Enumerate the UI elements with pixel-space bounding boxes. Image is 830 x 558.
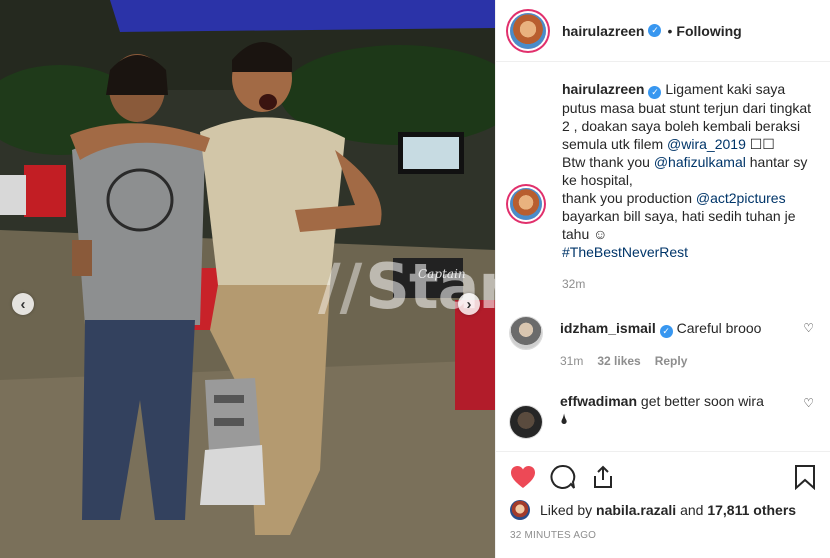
verified-badge-icon: ✓ bbox=[648, 86, 662, 99]
bookmark-icon[interactable] bbox=[794, 464, 816, 493]
post-side-panel: hairulazreen ✓ • Following hairulazreen ✓… bbox=[495, 0, 830, 558]
comment-row: idzham_ismail ✓ Careful brooo 31m 32 like… bbox=[510, 317, 818, 370]
instagram-post: Captain //Star ‹ › hairulazreen ✓ • Foll… bbox=[0, 0, 830, 558]
caption-body: hairulazreen ✓ Ligament kaki saya putus m… bbox=[562, 80, 818, 293]
hashtag-thebestneverrest[interactable]: #TheBestNeverRest bbox=[562, 244, 688, 260]
next-photo-button[interactable]: › bbox=[458, 293, 480, 315]
caption-row: hairulazreen ✓ Ligament kaki saya putus m… bbox=[510, 80, 818, 293]
actions-divider bbox=[496, 451, 830, 452]
likes-summary: Liked by nabila.razali and 17,811 others bbox=[510, 500, 796, 520]
mention-act2pictures[interactable]: @act2pictures bbox=[696, 190, 786, 206]
comment-meta: 31m 32 likes Reply bbox=[560, 352, 818, 370]
verified-badge-icon: ✓ bbox=[648, 24, 662, 37]
previous-photo-button[interactable]: ‹ bbox=[12, 293, 34, 315]
likes-count[interactable]: 17,811 others bbox=[707, 502, 796, 518]
liked-by-prefix: Liked by bbox=[540, 502, 593, 518]
comment-like-heart-icon[interactable]: ♡ bbox=[803, 321, 814, 335]
post-header: hairulazreen ✓ • Following bbox=[496, 0, 830, 62]
caption-username[interactable]: hairulazreen bbox=[562, 81, 644, 97]
author-info: hairulazreen ✓ • Following bbox=[562, 23, 742, 39]
author-username[interactable]: hairulazreen bbox=[562, 23, 644, 39]
caption-text-4: thank you production bbox=[562, 190, 692, 206]
comment-username[interactable]: idzham_ismail bbox=[560, 320, 656, 336]
mention-hafizulkamal[interactable]: @hafizulkamal bbox=[654, 154, 746, 170]
mention-wira-2019[interactable]: @wira_2019 bbox=[667, 136, 746, 152]
commenter-avatar[interactable] bbox=[510, 317, 542, 349]
like-heart-icon[interactable] bbox=[510, 465, 536, 492]
liker-username[interactable]: nabila.razali bbox=[596, 502, 676, 518]
header-separator: • bbox=[667, 22, 673, 39]
comment-username[interactable]: effwadiman bbox=[560, 393, 637, 409]
comment-like-heart-icon[interactable]: ♡ bbox=[803, 396, 814, 410]
comments-section: hairulazreen ✓ Ligament kaki saya putus m… bbox=[510, 80, 818, 438]
caption-time: 32m bbox=[562, 277, 586, 291]
comment-text: get better soon wira bbox=[640, 393, 764, 409]
reply-button[interactable]: Reply bbox=[655, 352, 688, 370]
comment-likes[interactable]: 32 likes bbox=[597, 352, 640, 370]
comment-time: 31m bbox=[560, 354, 584, 368]
comment-icon[interactable] bbox=[550, 464, 576, 493]
author-avatar[interactable] bbox=[510, 12, 546, 49]
post-actions bbox=[510, 458, 816, 498]
liked-by-middle: and bbox=[680, 502, 704, 518]
comment-body: idzham_ismail ✓ Careful brooo 31m 32 like… bbox=[560, 317, 818, 370]
caption-avatar-col bbox=[510, 80, 562, 293]
liker-avatar[interactable] bbox=[510, 500, 530, 520]
verified-badge-icon: ✓ bbox=[659, 325, 673, 338]
share-icon[interactable] bbox=[590, 464, 616, 493]
caption-text-5: bayarkan bill saya, hati sedih tuhan je … bbox=[562, 208, 796, 242]
commenter-avatar[interactable] bbox=[510, 406, 542, 438]
comment-text-2: 🌢 bbox=[560, 411, 569, 427]
post-photo[interactable]: Captain //Star ‹ › bbox=[0, 0, 495, 558]
caption-avatar[interactable] bbox=[510, 188, 542, 220]
caption-text-1b: ☐☐ bbox=[749, 136, 775, 152]
comment-body: effwadiman get better soon wira 🌢 bbox=[560, 392, 818, 438]
comment-row: effwadiman get better soon wira 🌢 ♡ bbox=[510, 392, 818, 438]
caption-text-2: Btw thank you bbox=[562, 154, 650, 170]
following-button[interactable]: Following bbox=[676, 23, 741, 39]
post-timestamp: 32 MINUTES AGO bbox=[510, 530, 597, 541]
comment-text: Careful brooo bbox=[676, 320, 762, 336]
caption-meta: 32m bbox=[562, 275, 818, 293]
